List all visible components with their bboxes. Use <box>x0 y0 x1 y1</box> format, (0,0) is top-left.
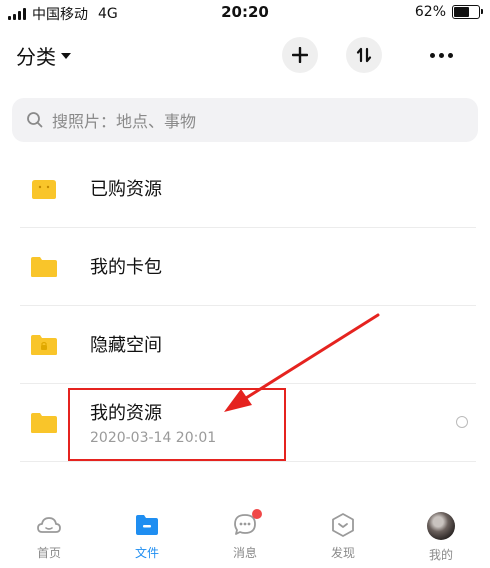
sort-icon <box>356 47 372 63</box>
battery-icon <box>452 5 483 19</box>
plus-icon <box>292 47 308 63</box>
tab-files[interactable]: 文件 <box>98 500 196 568</box>
tab-label: 我的 <box>428 548 453 562</box>
tab-discover[interactable]: 发现 <box>294 500 392 568</box>
folder-modified-time: 2020-03-14 20:01 <box>90 430 217 446</box>
battery-fill <box>454 7 469 17</box>
folder-label: 隐藏空间 <box>90 335 162 356</box>
status-bar: 中国移动 4G 20:20 62% <box>0 0 490 26</box>
file-folder-icon <box>136 515 158 535</box>
home-cloud-icon <box>37 517 61 533</box>
tab-bar: 首页 文件 消息 发现 我的 <box>0 500 490 568</box>
search-bar[interactable]: 搜照片：地点、事物 <box>12 98 478 142</box>
more-button[interactable] <box>423 37 459 73</box>
sort-button[interactable] <box>346 37 382 73</box>
caret-down-icon <box>61 52 71 59</box>
tab-profile[interactable]: 我的 <box>392 500 490 568</box>
tab-label: 发现 <box>330 546 355 560</box>
folder-row-my-resources[interactable]: 我的资源 2020-03-14 20:01 <box>20 384 476 462</box>
search-icon <box>27 112 43 128</box>
folder-label: 已购资源 <box>90 179 162 200</box>
tab-messages[interactable]: 消息 <box>196 500 294 568</box>
folder-row-hidden-space[interactable]: 隐藏空间 <box>20 306 476 384</box>
folder-label: 我的卡包 <box>90 257 162 278</box>
tab-label: 文件 <box>134 546 159 560</box>
locked-folder-icon <box>31 335 57 355</box>
more-icon <box>429 52 453 58</box>
select-radio[interactable] <box>456 416 468 428</box>
folder-row-purchased[interactable]: 已购资源 <box>20 150 476 228</box>
battery-cap <box>481 9 483 14</box>
folder-row-card-wallet[interactable]: 我的卡包 <box>20 228 476 306</box>
folder-icon <box>31 257 57 277</box>
folder-icon <box>31 413 57 433</box>
discover-icon <box>332 513 354 537</box>
header: 分类 <box>0 32 490 78</box>
folder-label: 我的资源 <box>90 403 162 424</box>
tab-home[interactable]: 首页 <box>0 500 98 568</box>
search-placeholder: 搜照片：地点、事物 <box>52 112 197 131</box>
avatar <box>427 512 455 540</box>
notification-badge <box>252 509 262 519</box>
shopping-bag-folder-icon <box>32 179 56 199</box>
battery-percent: 62% <box>414 4 446 20</box>
page-title: 分类 <box>16 45 56 69</box>
message-icon-wrap <box>232 509 262 538</box>
tab-label: 消息 <box>232 546 257 560</box>
category-dropdown[interactable]: 分类 <box>16 41 71 70</box>
status-right: 62% <box>414 4 483 20</box>
tab-label: 首页 <box>36 546 61 560</box>
add-button[interactable] <box>282 37 318 73</box>
